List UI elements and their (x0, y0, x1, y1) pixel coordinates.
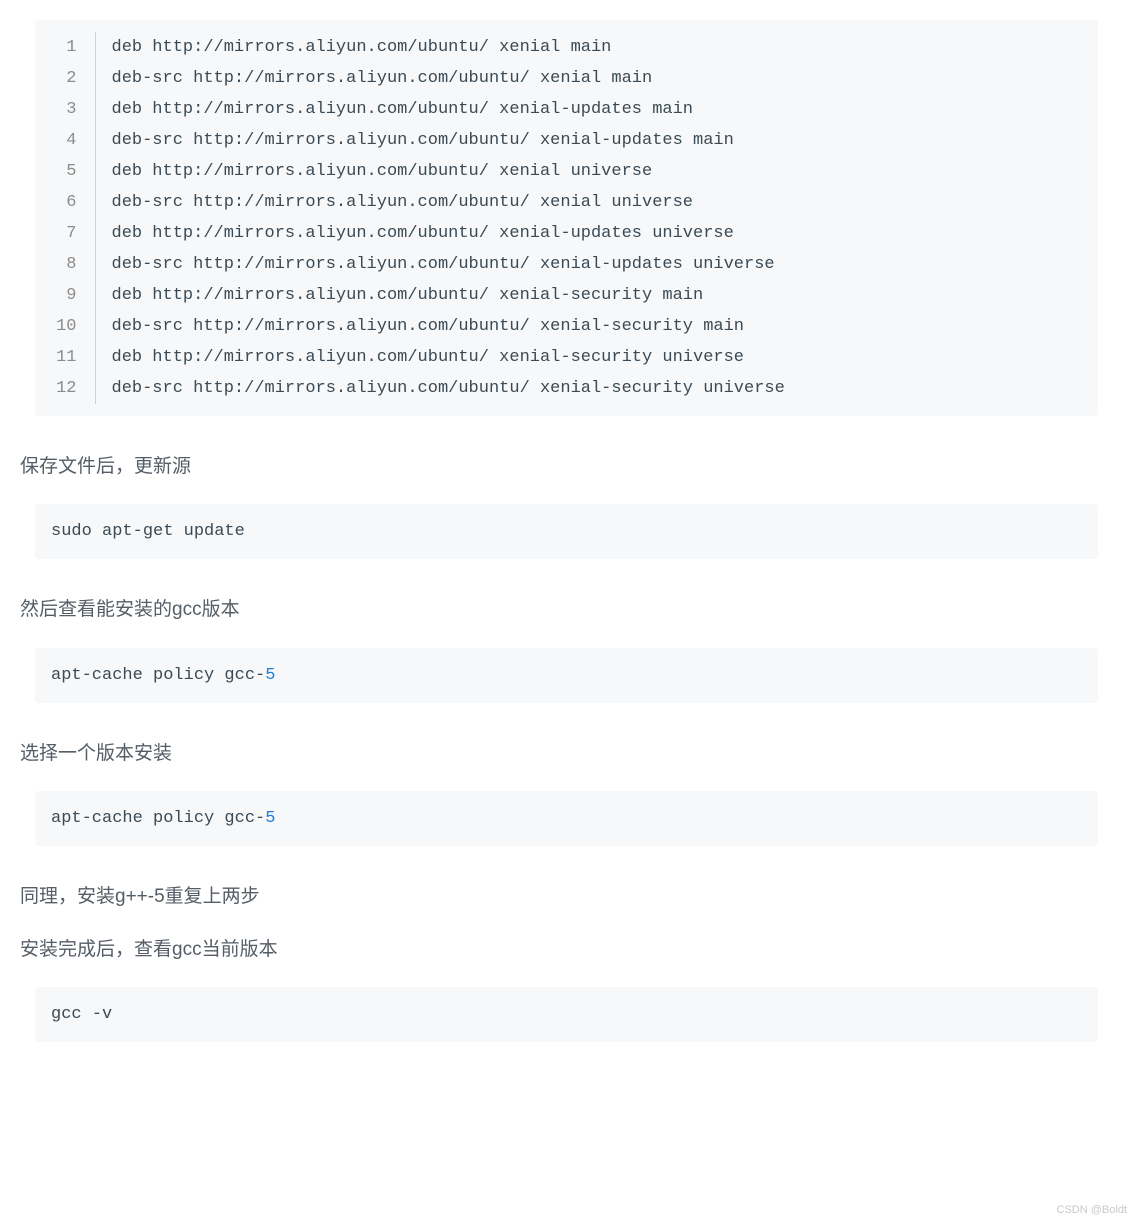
cmd-text: apt-cache policy gcc- (51, 809, 265, 828)
code-content: deb-src http://mirrors.aliyun.com/ubuntu… (95, 187, 1098, 218)
code-content: deb http://mirrors.aliyun.com/ubuntu/ xe… (95, 32, 1098, 63)
code-table: 1deb http://mirrors.aliyun.com/ubuntu/ x… (35, 32, 1098, 404)
paragraph-choose-version: 选择一个版本安装 (20, 739, 1113, 769)
line-number: 8 (35, 249, 95, 280)
cmd-apt-cache-policy-gcc-1: apt-cache policy gcc-5 (35, 648, 1098, 703)
line-number: 9 (35, 280, 95, 311)
cmd-apt-cache-policy-gcc-2: apt-cache policy gcc-5 (35, 791, 1098, 846)
code-content: deb http://mirrors.aliyun.com/ubuntu/ xe… (95, 218, 1098, 249)
paragraph-install-gpp: 同理，安装g++-5重复上两步 (20, 882, 1113, 912)
cmd-apt-update: sudo apt-get update (35, 504, 1098, 559)
line-number: 11 (35, 342, 95, 373)
code-content: deb-src http://mirrors.aliyun.com/ubuntu… (95, 125, 1098, 156)
line-number: 7 (35, 218, 95, 249)
code-line: 3deb http://mirrors.aliyun.com/ubuntu/ x… (35, 94, 1098, 125)
code-line: 12deb-src http://mirrors.aliyun.com/ubun… (35, 373, 1098, 404)
sources-list-code-block: 1deb http://mirrors.aliyun.com/ubuntu/ x… (35, 20, 1098, 416)
code-line: 7deb http://mirrors.aliyun.com/ubuntu/ x… (35, 218, 1098, 249)
code-line: 8deb-src http://mirrors.aliyun.com/ubunt… (35, 249, 1098, 280)
line-number: 2 (35, 63, 95, 94)
code-content: deb http://mirrors.aliyun.com/ubuntu/ xe… (95, 156, 1098, 187)
code-content: deb-src http://mirrors.aliyun.com/ubuntu… (95, 373, 1098, 404)
cmd-text: apt-cache policy gcc- (51, 666, 265, 685)
line-number: 6 (35, 187, 95, 218)
code-content: deb-src http://mirrors.aliyun.com/ubuntu… (95, 63, 1098, 94)
code-line: 2deb-src http://mirrors.aliyun.com/ubunt… (35, 63, 1098, 94)
cmd-number: 5 (265, 666, 275, 685)
line-number: 4 (35, 125, 95, 156)
line-number: 5 (35, 156, 95, 187)
code-line: 11deb http://mirrors.aliyun.com/ubuntu/ … (35, 342, 1098, 373)
cmd-number: 5 (265, 809, 275, 828)
line-number: 10 (35, 311, 95, 342)
code-content: deb http://mirrors.aliyun.com/ubuntu/ xe… (95, 342, 1098, 373)
paragraph-check-gcc-current: 安装完成后，查看gcc当前版本 (20, 935, 1113, 965)
code-line: 10deb-src http://mirrors.aliyun.com/ubun… (35, 311, 1098, 342)
code-content: deb http://mirrors.aliyun.com/ubuntu/ xe… (95, 280, 1098, 311)
watermark-text: CSDN @Boldt (1057, 1204, 1127, 1216)
code-line: 1deb http://mirrors.aliyun.com/ubuntu/ x… (35, 32, 1098, 63)
paragraph-save-update: 保存文件后，更新源 (20, 452, 1113, 482)
line-number: 3 (35, 94, 95, 125)
code-line: 6deb-src http://mirrors.aliyun.com/ubunt… (35, 187, 1098, 218)
code-content: deb-src http://mirrors.aliyun.com/ubuntu… (95, 311, 1098, 342)
paragraph-check-gcc-versions: 然后查看能安装的gcc版本 (20, 595, 1113, 625)
code-line: 5deb http://mirrors.aliyun.com/ubuntu/ x… (35, 156, 1098, 187)
line-number: 1 (35, 32, 95, 63)
code-content: deb http://mirrors.aliyun.com/ubuntu/ xe… (95, 94, 1098, 125)
cmd-gcc-v: gcc -v (35, 987, 1098, 1042)
code-line: 9deb http://mirrors.aliyun.com/ubuntu/ x… (35, 280, 1098, 311)
line-number: 12 (35, 373, 95, 404)
code-content: deb-src http://mirrors.aliyun.com/ubuntu… (95, 249, 1098, 280)
code-line: 4deb-src http://mirrors.aliyun.com/ubunt… (35, 125, 1098, 156)
